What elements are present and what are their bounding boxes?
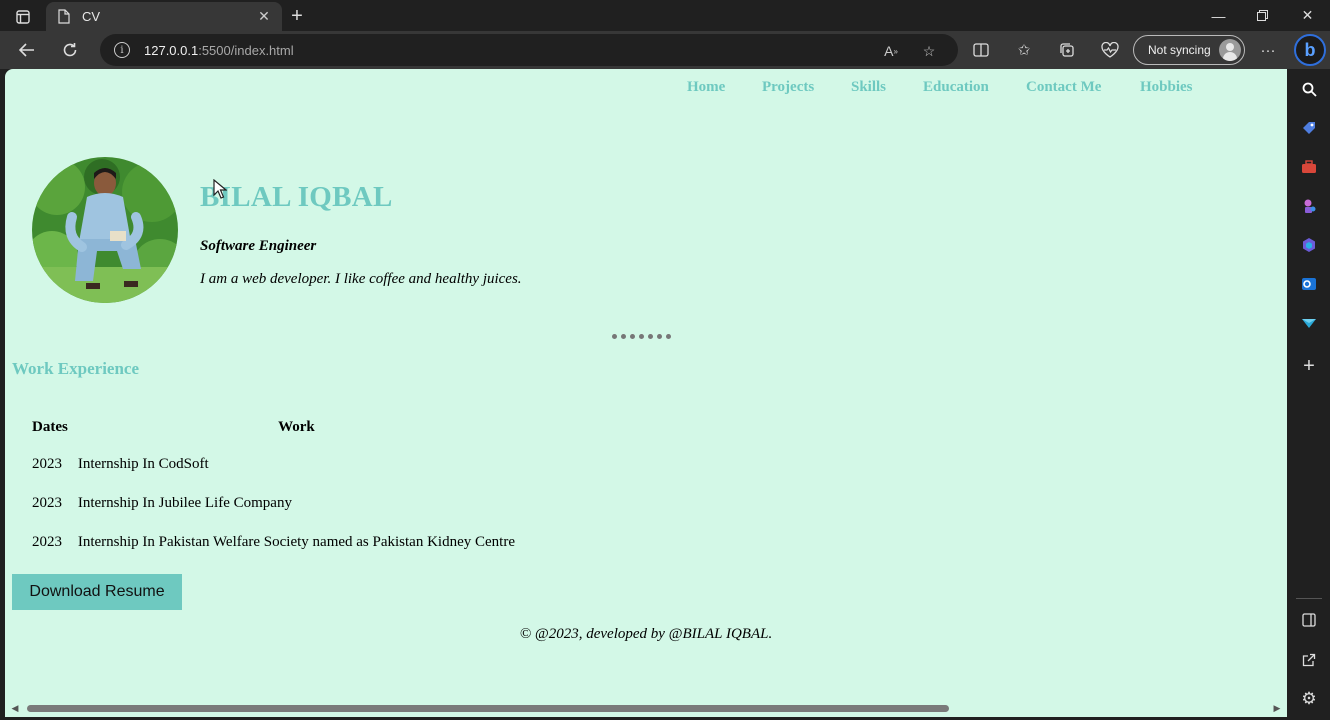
row-date: 2023 [32,495,62,511]
edge-sidebar: + ⚙ [1288,69,1330,720]
open-external-icon[interactable] [1298,649,1320,671]
nav-education[interactable]: Education [923,79,989,96]
collections-icon[interactable] [1055,39,1079,61]
url-host: 127.0.0.1 [144,42,199,58]
tools-briefcase-icon[interactable] [1298,156,1320,178]
browser-toolbar: i 127.0.0.1:5500/index.html A» ☆ ✩ Not s… [0,31,1330,69]
search-icon[interactable] [1298,78,1320,100]
favorites-icon[interactable]: ✩ [1012,39,1036,61]
site-info-icon[interactable]: i [114,42,130,58]
nav-skills[interactable]: Skills [851,79,886,96]
read-aloud-icon[interactable]: A» [880,40,902,62]
back-icon[interactable] [12,36,42,64]
scroll-right-arrow-icon[interactable]: ▶ [1271,702,1283,714]
sync-status-label: Not syncing [1148,43,1211,57]
split-screen-icon[interactable] [969,39,993,61]
tab-title: CV [82,9,101,24]
nav-contact[interactable]: Contact Me [1026,79,1101,96]
close-tab-icon[interactable]: ✕ [252,5,276,29]
work-experience-table: Dates Work 2023 Internship In CodSoft 20… [22,409,525,562]
profile-name: BILAL IQBAL [200,181,393,213]
refresh-icon[interactable] [55,36,85,64]
row-work: Internship In Jubilee Life Company [77,495,292,511]
row-date: 2023 [32,534,62,550]
profile-photo [32,157,178,303]
row-work: Internship In Pakistan Welfare Society n… [77,534,515,550]
minimize-icon[interactable]: — [1196,0,1241,31]
tab-actions-icon[interactable] [8,6,38,28]
page-footer: © @2023, developed by @BILAL IQBAL. [519,626,773,642]
url-path: :5500/index.html [198,42,294,58]
page-icon [58,9,70,24]
nav-hobbies[interactable]: Hobbies [1140,79,1193,96]
nav-projects[interactable]: Projects [762,79,814,96]
table-header-row: Dates Work [32,409,515,445]
row-date: 2023 [32,456,62,472]
nav-home[interactable]: Home [687,79,725,96]
section-divider-dots [612,334,671,339]
dates-column-header: Dates [32,418,68,435]
hide-sidebar-icon[interactable] [1298,609,1320,631]
table-row: 2023 Internship In Pakistan Welfare Soci… [32,523,515,562]
favorite-star-icon[interactable]: ☆ [918,40,940,62]
mouse-cursor-icon [213,179,227,199]
settings-gear-icon[interactable]: ⚙ [1298,688,1320,710]
work-experience-heading: Work Experience [12,359,140,378]
download-resume-button[interactable]: Download Resume [12,574,182,610]
scrollbar-thumb[interactable] [27,705,949,712]
profile-avatar-icon [1219,39,1241,61]
shopping-tag-icon[interactable] [1298,117,1320,139]
browser-tab[interactable]: CV ✕ [46,2,282,31]
horizontal-scrollbar[interactable]: ◀ ▶ [5,700,1287,717]
games-chess-icon[interactable] [1298,195,1320,217]
address-bar[interactable]: i 127.0.0.1:5500/index.html A» ☆ [100,34,958,66]
add-sidebar-app-icon[interactable]: + [1298,355,1320,377]
outlook-icon[interactable] [1298,273,1320,295]
microsoft-365-icon[interactable] [1298,234,1320,256]
page-viewport: Home Projects Skills Education Contact M… [5,69,1287,717]
work-column-header: Work [278,418,315,435]
table-row: 2023 Internship In CodSoft [32,445,515,484]
profile-role: Software Engineer [200,238,317,254]
table-row: 2023 Internship In Jubilee Life Company [32,484,515,523]
row-work: Internship In CodSoft [77,456,209,472]
browser-essentials-icon[interactable] [1098,39,1122,61]
site-nav: Home Projects Skills Education Contact M… [5,79,1287,99]
scroll-left-arrow-icon[interactable]: ◀ [9,702,21,714]
profile-bio: I am a web developer. I like coffee and … [200,271,522,287]
close-window-icon[interactable]: ✕ [1285,0,1330,31]
restore-icon[interactable] [1240,0,1285,31]
sidebar-divider [1296,598,1322,599]
title-bar: CV ✕ + — ✕ [0,0,1330,31]
drop-send-icon[interactable] [1298,312,1320,334]
bing-copilot-icon[interactable]: b [1294,34,1326,66]
new-tab-icon[interactable]: + [284,4,310,28]
more-options-icon[interactable]: ··· [1256,39,1280,61]
profile-sync-button[interactable]: Not syncing [1133,35,1245,65]
